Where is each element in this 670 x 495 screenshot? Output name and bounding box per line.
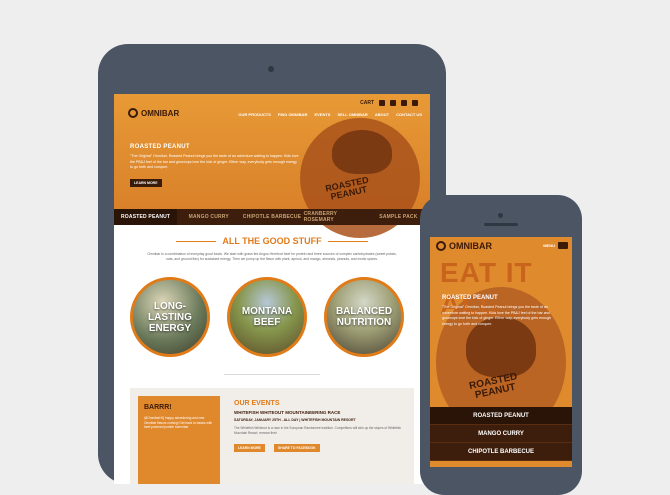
circle-1-line-2: ENERGY	[148, 322, 192, 334]
event-date: SATURDAY, JANUARY 25TH - ALL DAY | WHITE…	[234, 418, 356, 422]
phone-logo-icon	[436, 241, 446, 251]
social-promo-card: BARRR! @OmnibarHQ happy adventuring and …	[138, 396, 220, 484]
heading-rule-left	[176, 241, 217, 243]
brand-name: OMNIBAR	[141, 108, 180, 118]
circle-label-energy: LONG-LASTING ENERGY	[133, 301, 207, 334]
cart-link[interactable]: CART	[360, 100, 374, 106]
event-learn-more-button[interactable]: LEARN MORE	[234, 444, 265, 452]
phone-menu-mango-curry[interactable]: MANGO CURRY	[430, 425, 572, 443]
phone-flavor-menu: ROASTED PEANUT MANGO CURRY CHIPOTLE BARB…	[430, 407, 572, 461]
promo-title: BARRR!	[144, 404, 172, 411]
tab-chipotle-barbecue[interactable]: CHIPOTLE BARBECUE	[240, 209, 303, 225]
events-title: OUR EVENTS	[234, 400, 280, 407]
circle-2-line-1: MONTANA	[241, 306, 293, 317]
good-stuff-title: ALL THE GOOD STUFF	[222, 236, 322, 246]
section-divider	[224, 374, 320, 375]
tablet-screen: OMNIBAR CART OUR PRODUCTS FIND OMNIBAR E…	[114, 94, 430, 484]
tablet-hero: OMNIBAR CART OUR PRODUCTS FIND OMNIBAR E…	[114, 94, 430, 238]
phone-camera	[498, 213, 503, 218]
omnibar-logo-icon	[128, 108, 138, 118]
tablet-device: OMNIBAR CART OUR PRODUCTS FIND OMNIBAR E…	[98, 44, 446, 484]
circle-montana-beef[interactable]: MONTANA BEEF	[227, 277, 307, 357]
bear-head-graphic	[332, 130, 392, 174]
circle-3-line-2: NUTRITION	[336, 317, 392, 328]
hero-title: ROASTED PEANUT	[130, 144, 190, 150]
tab-roasted-peanut[interactable]: ROASTED PEANUT	[114, 209, 178, 225]
nav-find-omnibar[interactable]: FIND OMNIBAR	[278, 112, 308, 117]
circle-2-line-2: BEEF	[253, 317, 281, 328]
circle-label-beef: MONTANA BEEF	[242, 306, 292, 328]
phone-brand-name: OMNIBAR	[449, 241, 492, 251]
twitter-icon[interactable]	[401, 100, 407, 106]
phone-menu-toggle[interactable]: MENU	[543, 242, 568, 249]
event-name[interactable]: WHITEFISH WHITEOUT MOUNTAINEERING RACE	[234, 410, 340, 415]
tablet-camera	[268, 66, 274, 72]
hero-description: "The Original" Omnibar, Roasted Peanut b…	[130, 154, 299, 169]
phone-speaker	[484, 223, 518, 226]
phone-menu-label: MENU	[543, 243, 555, 248]
phone-menu-chipotle-barbecue[interactable]: CHIPOTLE BARBECUE	[430, 443, 572, 461]
circle-label-nutrition: BALANCED NUTRITION	[336, 306, 392, 328]
nav-sell-omnibar[interactable]: SELL OMNIBAR	[337, 112, 367, 117]
good-stuff-heading: ALL THE GOOD STUFF	[114, 236, 430, 246]
flavor-tabs: ROASTED PEANUT MANGO CURRY CHIPOTLE BARB…	[114, 209, 430, 225]
hero-learn-more-button[interactable]: LEARN MORE	[130, 179, 162, 187]
cart-icon[interactable]	[379, 100, 385, 106]
utility-icons: CART	[360, 100, 418, 106]
tab-mango-curry[interactable]: MANGO CURRY	[177, 209, 240, 225]
nav-our-products[interactable]: OUR PRODUCTS	[238, 112, 270, 117]
event-description: The Whitefish Whiteout is a race in the …	[234, 426, 402, 435]
phone-omnibar-logo[interactable]: OMNIBAR	[436, 241, 492, 251]
promo-text: @OmnibarHQ happy adventuring and new Omn…	[144, 416, 213, 429]
facebook-icon[interactable]	[412, 100, 418, 106]
share-facebook-button[interactable]: SHARE TO FACEBOOK	[274, 444, 320, 452]
circle-3-line-1: BALANCED	[335, 306, 393, 317]
hamburger-icon	[558, 242, 568, 249]
main-nav: OUR PRODUCTS FIND OMNIBAR EVENTS SELL OM…	[238, 112, 422, 117]
nav-about[interactable]: ABOUT	[375, 112, 389, 117]
phone-device: OMNIBAR MENU EAT IT ALL ROASTED PEANUT "…	[420, 195, 582, 495]
phone-hero-title: ROASTED PEANUT	[442, 295, 498, 301]
nav-contact-us[interactable]: CONTACT US	[396, 112, 422, 117]
phone-screen: OMNIBAR MENU EAT IT ALL ROASTED PEANUT "…	[430, 237, 572, 467]
circle-long-lasting-energy[interactable]: LONG-LASTING ENERGY	[130, 277, 210, 357]
events-section: BARRR! @OmnibarHQ happy adventuring and …	[130, 388, 414, 484]
nav-events[interactable]: EVENTS	[314, 112, 330, 117]
heading-rule-right	[327, 241, 368, 243]
circle-1-line-1: LONG-LASTING	[148, 300, 192, 323]
instagram-icon[interactable]	[390, 100, 396, 106]
phone-hero-text: "The Original" Omnibar, Roasted Peanut b…	[442, 305, 552, 326]
good-stuff-text: Omnibar is a combination of everyday goo…	[147, 252, 397, 261]
circle-balanced-nutrition[interactable]: BALANCED NUTRITION	[324, 277, 404, 357]
tab-cranberry-rosemary[interactable]: CRANBERRY ROSEMARY	[304, 209, 367, 225]
omnibar-logo[interactable]: OMNIBAR	[128, 108, 179, 118]
phone-menu-roasted-peanut[interactable]: ROASTED PEANUT	[430, 407, 572, 425]
